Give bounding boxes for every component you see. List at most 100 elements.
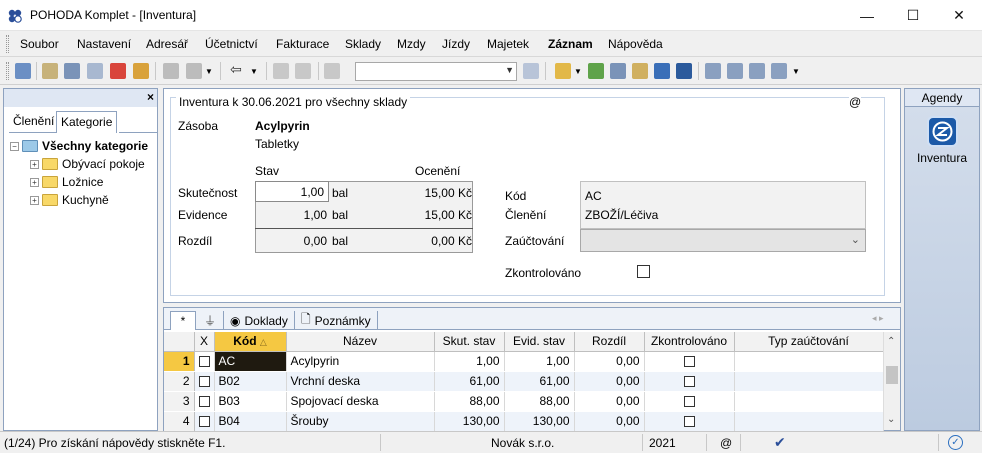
close-button[interactable]: ✕ — [936, 0, 982, 31]
save-icon[interactable] — [273, 63, 289, 79]
table-row[interactable]: 3 B03 Spojovací deska 88,00 88,00 0,00 — [164, 391, 884, 412]
back-arrow-icon[interactable]: ⇦ — [230, 61, 242, 78]
table-row[interactable]: 1 AC Acylpyrin 1,00 1,00 0,00 — [164, 351, 884, 372]
tree-item-loznice[interactable]: + Ložnice — [30, 173, 103, 191]
row-number[interactable]: 2 — [164, 371, 195, 392]
checkbox[interactable] — [683, 396, 695, 408]
table-row[interactable]: 4 B04 Šrouby 130,00 130,00 0,00 — [164, 411, 884, 432]
tab-star[interactable]: * — [170, 311, 196, 330]
col-nazev[interactable]: Název — [286, 332, 435, 352]
cell-skut-stav[interactable]: 88,00 — [434, 391, 505, 412]
report-icon[interactable] — [749, 63, 765, 79]
folder-new-icon[interactable] — [555, 63, 571, 79]
save-as-icon[interactable] — [295, 63, 311, 79]
row-number[interactable]: 1 — [164, 351, 195, 372]
menu-jizdy[interactable]: Jízdy — [442, 37, 470, 51]
cell-typ-zauctovani[interactable] — [734, 391, 884, 412]
cell-skut-stav[interactable]: 130,00 — [434, 411, 505, 432]
cell-kod[interactable]: B04 — [214, 411, 287, 432]
at-icon[interactable]: @ — [849, 95, 862, 109]
cell-kod[interactable]: B03 — [214, 391, 287, 412]
skutecnost-input[interactable]: 1,00 — [255, 181, 329, 202]
filter-icon[interactable] — [523, 63, 539, 79]
menu-ucetnictvi[interactable]: Účetnictví — [205, 37, 258, 51]
menu-grip[interactable] — [6, 35, 9, 53]
row-number[interactable]: 3 — [164, 391, 195, 412]
col-skut-stav[interactable]: Skut. stav — [434, 332, 505, 352]
checkbox[interactable] — [683, 416, 695, 428]
cell-rozdil[interactable]: 0,00 — [574, 351, 645, 372]
table-row[interactable]: 2 B02 Vrchní deska 61,00 61,00 0,00 — [164, 371, 884, 392]
copy-icon[interactable] — [324, 63, 340, 79]
cell-skut-stav[interactable]: 1,00 — [434, 351, 505, 372]
row-number[interactable]: 4 — [164, 411, 195, 432]
list-icon[interactable] — [727, 63, 743, 79]
tree-item-obyvaci[interactable]: + Obývací pokoje — [30, 155, 145, 173]
scroll-down-icon[interactable]: ⌄ — [887, 414, 895, 425]
cell-zkontrolovano[interactable] — [644, 411, 735, 432]
tab-filter[interactable]: ⏚ — [198, 311, 222, 330]
toolbar-grip[interactable] — [6, 62, 9, 80]
exit-agenda-icon[interactable] — [15, 63, 31, 79]
cell-nazev[interactable]: Vrchní deska — [286, 371, 435, 392]
col-x[interactable]: X — [194, 332, 215, 352]
menu-adresar[interactable]: Adresář — [146, 37, 188, 51]
cell-kod[interactable]: B02 — [214, 371, 287, 392]
help-pointer-icon[interactable] — [771, 63, 787, 79]
expand-icon[interactable]: + — [30, 177, 39, 187]
scroll-thumb[interactable] — [886, 366, 898, 384]
dropdown-arrow-icon[interactable]: ▼ — [792, 67, 800, 76]
barcode-icon[interactable] — [654, 63, 670, 79]
check-icon[interactable] — [186, 63, 202, 79]
zkontrolovano-checkbox[interactable] — [637, 265, 650, 278]
print-icon[interactable] — [64, 63, 80, 79]
cell-evid-stav[interactable]: 130,00 — [504, 411, 575, 432]
cell-nazev[interactable]: Acylpyrin — [286, 351, 435, 372]
iban-icon[interactable] — [676, 63, 692, 79]
zauctovani-select[interactable]: ⌄ — [580, 229, 866, 252]
cell-skut-stav[interactable]: 61,00 — [434, 371, 505, 392]
cell-zkontrolovano[interactable] — [644, 351, 735, 372]
cell-rozdil[interactable]: 0,00 — [574, 371, 645, 392]
row-select-checkbox[interactable] — [194, 371, 215, 392]
col-zkontrolovano[interactable]: Zkontrolováno — [644, 332, 735, 352]
cell-rozdil[interactable]: 0,00 — [574, 411, 645, 432]
tab-kategorie[interactable]: Kategorie — [56, 111, 118, 133]
menu-nastaveni[interactable]: Nastavení — [77, 37, 131, 51]
inventura-label[interactable]: Inventura — [905, 151, 979, 165]
menu-sklady[interactable]: Sklady — [345, 37, 381, 51]
calculator-2-icon[interactable] — [632, 63, 648, 79]
maximize-button[interactable]: ☐ — [890, 0, 936, 31]
scroll-up-icon[interactable]: ⌃ — [887, 336, 895, 347]
print-preview-icon[interactable] — [87, 63, 103, 79]
menu-mzdy[interactable]: Mzdy — [397, 37, 426, 51]
eraser-icon[interactable] — [588, 63, 604, 79]
pdf-icon[interactable] — [110, 63, 126, 79]
checkbox[interactable] — [198, 396, 210, 408]
calculator-icon[interactable] — [610, 63, 626, 79]
cell-kod[interactable]: AC — [214, 351, 287, 372]
chevron-down-icon[interactable]: ▼ — [505, 65, 514, 75]
dropdown-arrow-icon[interactable]: ▼ — [250, 67, 258, 76]
row-select-checkbox[interactable] — [194, 391, 215, 412]
cell-typ-zauctovani[interactable] — [734, 411, 884, 432]
menu-zaznam[interactable]: Záznam — [548, 37, 593, 51]
menu-fakturace[interactable]: Fakturace — [276, 37, 329, 51]
chevron-down-icon[interactable]: ⌄ — [851, 233, 860, 246]
cell-evid-stav[interactable]: 1,00 — [504, 351, 575, 372]
check-pen-icon[interactable]: ✔ — [774, 434, 786, 451]
inventura-icon[interactable] — [927, 116, 958, 147]
quick-search-combo[interactable]: ▼ — [355, 62, 517, 81]
cell-evid-stav[interactable]: 61,00 — [504, 371, 575, 392]
menu-soubor[interactable]: Soubor — [20, 37, 59, 51]
collapse-icon[interactable]: − — [10, 141, 19, 151]
checkbox[interactable] — [198, 416, 210, 428]
export-icon[interactable] — [133, 63, 149, 79]
cell-rozdil[interactable]: 0,00 — [574, 391, 645, 412]
status-at-icon[interactable]: @ — [720, 436, 732, 450]
col-rozdil[interactable]: Rozdíl — [574, 332, 645, 352]
app-icon[interactable] — [6, 7, 24, 25]
col-evid-stav[interactable]: Evid. stav — [504, 332, 575, 352]
menu-majetek[interactable]: Majetek — [487, 37, 529, 51]
expand-icon[interactable]: + — [30, 159, 39, 169]
